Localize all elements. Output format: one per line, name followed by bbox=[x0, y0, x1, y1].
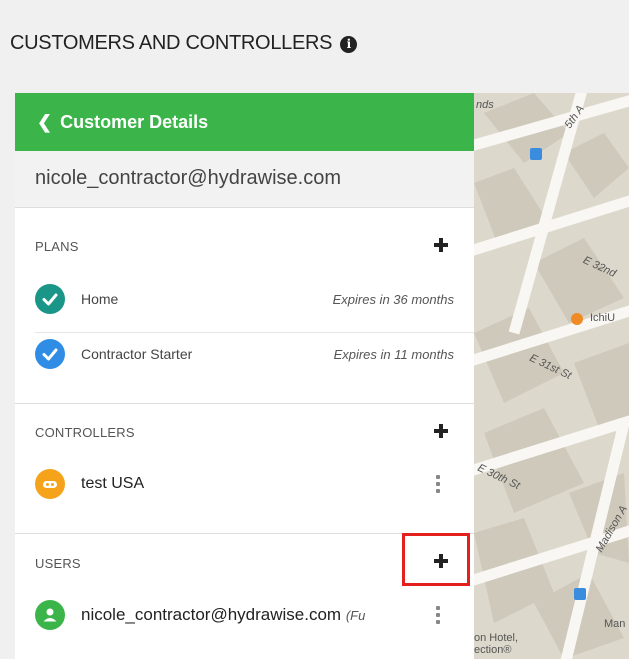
controller-icon bbox=[35, 469, 65, 499]
plans-section-title: PLANS bbox=[35, 239, 79, 254]
map-label: ection® bbox=[474, 644, 512, 656]
divider bbox=[35, 332, 474, 333]
map-view[interactable]: nds 5th A E 32nd IchiU E 31st St E 30th … bbox=[474, 93, 629, 659]
map-label: IchiU bbox=[590, 312, 616, 324]
page-header: CUSTOMERS AND CONTROLLERS i bbox=[0, 0, 629, 93]
map-graphic bbox=[474, 93, 629, 659]
user-email-text: nicole_contractor@hydrawise.com bbox=[81, 605, 342, 624]
controllers-section-title: CONTROLLERS bbox=[35, 425, 135, 440]
plan-expiry: Expires in 36 months bbox=[332, 292, 454, 307]
add-controller-button[interactable] bbox=[434, 424, 448, 438]
customer-email: nicole_contractor@hydrawise.com bbox=[15, 151, 474, 208]
more-options-icon[interactable] bbox=[436, 475, 440, 493]
plan-item-home[interactable]: Home Expires in 36 months bbox=[35, 280, 474, 320]
users-section-title: USERS bbox=[35, 556, 81, 571]
controller-item[interactable]: test USA bbox=[35, 465, 474, 505]
map-label: nds bbox=[476, 99, 494, 111]
plan-item-contractor-starter[interactable]: Contractor Starter Expires in 11 months bbox=[35, 335, 474, 375]
plans-section: PLANS Home Expires in 36 months Contract… bbox=[15, 208, 474, 404]
check-icon bbox=[35, 284, 65, 314]
map-label: on Hotel, bbox=[474, 632, 519, 644]
add-plan-button[interactable] bbox=[434, 238, 448, 252]
controller-name: test USA bbox=[81, 475, 145, 492]
user-role: (Fu bbox=[345, 608, 366, 623]
check-icon bbox=[35, 339, 65, 369]
plan-name: Contractor Starter bbox=[81, 346, 193, 362]
user-item[interactable]: nicole_contractor@hydrawise.com (Fu bbox=[35, 596, 474, 636]
info-icon[interactable]: i bbox=[340, 36, 358, 53]
plan-expiry: Expires in 11 months bbox=[333, 347, 454, 362]
more-options-icon[interactable] bbox=[436, 606, 440, 624]
plan-name: Home bbox=[81, 291, 119, 307]
map-label: Man bbox=[604, 618, 626, 630]
highlight-box bbox=[402, 533, 470, 586]
controllers-section: CONTROLLERS test USA bbox=[15, 404, 474, 534]
back-to-customers-button[interactable]: ❮ Customer Details bbox=[15, 93, 474, 151]
user-icon bbox=[35, 600, 65, 630]
page-title: CUSTOMERS AND CONTROLLERS i bbox=[10, 32, 358, 55]
chevron-left-icon: ❮ bbox=[37, 112, 53, 132]
user-email: nicole_contractor@hydrawise.com (Fu bbox=[81, 605, 365, 625]
page-title-text: CUSTOMERS AND CONTROLLERS bbox=[10, 32, 333, 54]
panel-title: Customer Details bbox=[60, 112, 209, 132]
